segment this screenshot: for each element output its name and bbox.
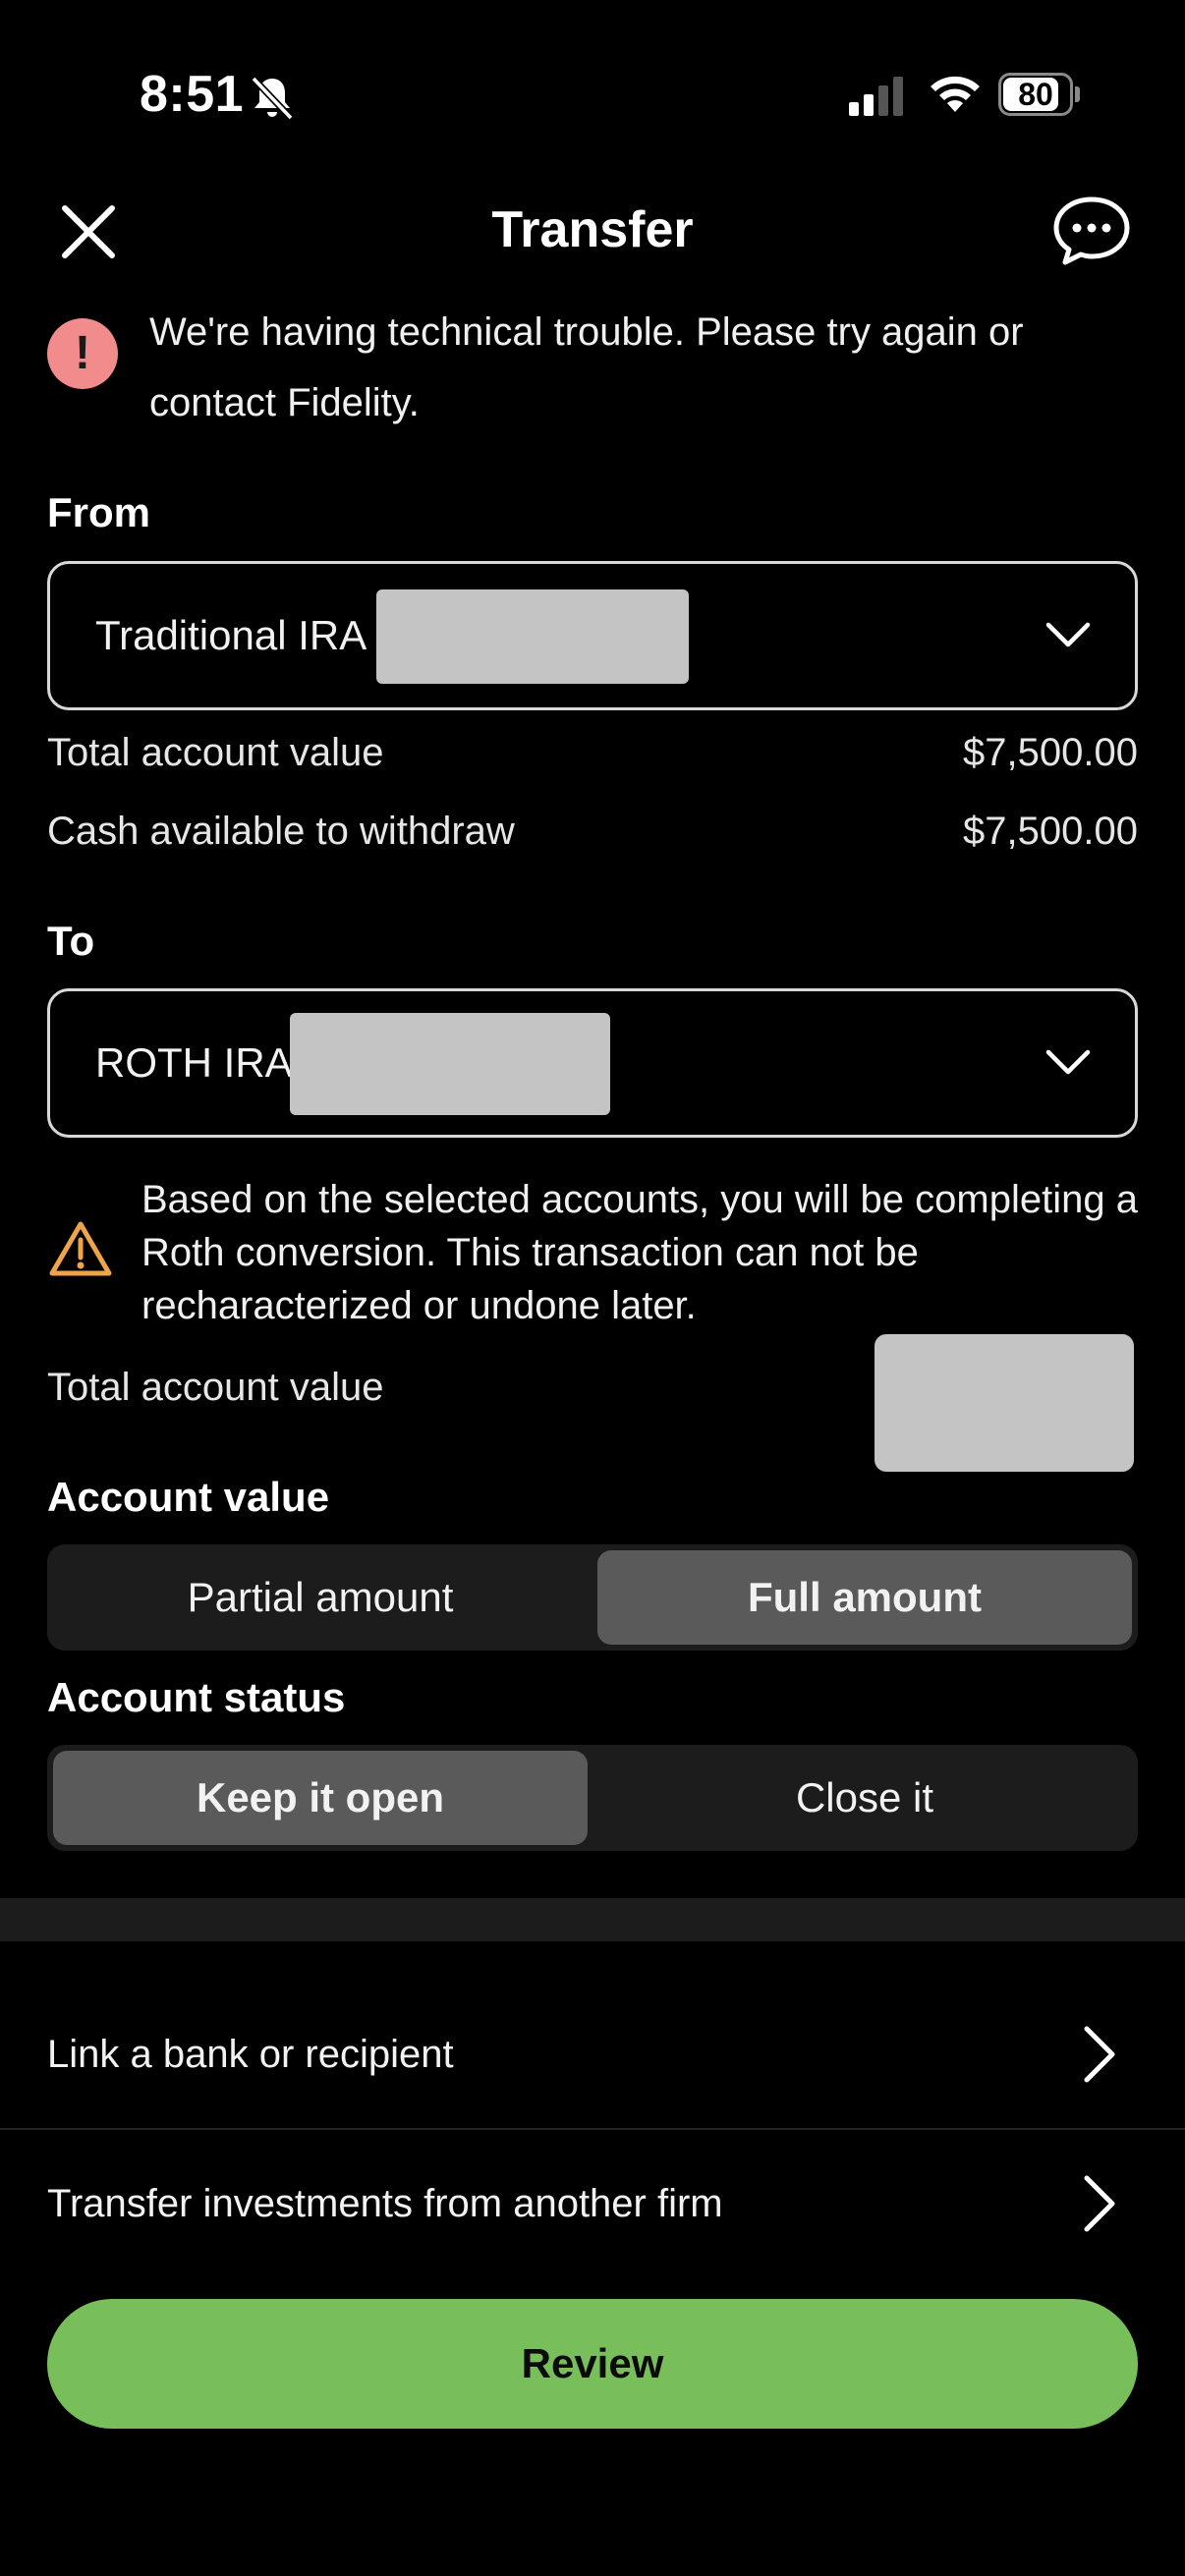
- to-account-select[interactable]: ROTH IRA: [47, 988, 1138, 1138]
- review-button[interactable]: Review: [47, 2299, 1138, 2429]
- chat-bubble-icon[interactable]: [1051, 195, 1132, 267]
- close-it-option[interactable]: Close it: [597, 1751, 1132, 1845]
- keep-open-option[interactable]: Keep it open: [53, 1751, 588, 1845]
- warning-triangle-icon: [49, 1221, 112, 1276]
- roth-conversion-warning: Based on the selected accounts, you will…: [141, 1178, 1138, 1327]
- page-title: Transfer: [491, 201, 694, 258]
- full-amount-option[interactable]: Full amount: [597, 1550, 1132, 1645]
- to-label: To: [47, 918, 95, 964]
- from-total-value: $7,500.00: [963, 731, 1138, 774]
- account-value-segmented-control: Partial amount Full amount: [47, 1544, 1138, 1651]
- account-status-label: Account status: [47, 1674, 346, 1720]
- transfer-investments-row[interactable]: Transfer investments from another firm: [0, 2130, 1185, 2277]
- account-value-label: Account value: [47, 1474, 330, 1520]
- error-alert-icon: !: [47, 318, 118, 389]
- status-time: 8:51: [140, 66, 245, 123]
- redacted-account-number: [376, 589, 689, 684]
- partial-amount-option[interactable]: Partial amount: [53, 1550, 588, 1645]
- cash-available-label: Cash available to withdraw: [47, 810, 515, 853]
- error-message: We're having technical trouble. Please t…: [149, 310, 1024, 424]
- transfer-investments-label: Transfer investments from another firm: [47, 2182, 723, 2225]
- from-account-name: Traditional IRA: [95, 612, 367, 658]
- account-status-segmented-control: Keep it open Close it: [47, 1745, 1138, 1851]
- chevron-down-icon: [1045, 1049, 1091, 1075]
- from-total-label: Total account value: [47, 731, 384, 774]
- battery-percent: 80: [1018, 77, 1053, 112]
- wifi-icon: [931, 76, 980, 112]
- cash-available-value: $7,500.00: [963, 810, 1138, 853]
- from-account-select[interactable]: Traditional IRA: [47, 561, 1138, 710]
- redacted-total-value: [875, 1334, 1134, 1472]
- from-label: From: [47, 489, 150, 535]
- redacted-account-number: [290, 1013, 610, 1115]
- link-bank-row[interactable]: Link a bank or recipient: [0, 1981, 1185, 2128]
- chevron-down-icon: [1045, 622, 1091, 647]
- silent-bell-icon: [251, 76, 294, 121]
- to-total-label: Total account value: [47, 1366, 384, 1409]
- chevron-right-icon: [1084, 2026, 1115, 2083]
- section-divider: [0, 1898, 1185, 1941]
- battery-indicator: 80: [998, 73, 1080, 116]
- to-account-name: ROTH IRA: [95, 1039, 293, 1086]
- link-bank-label: Link a bank or recipient: [47, 2033, 454, 2076]
- cellular-signal-icon: [849, 77, 903, 116]
- chevron-right-icon: [1084, 2175, 1115, 2232]
